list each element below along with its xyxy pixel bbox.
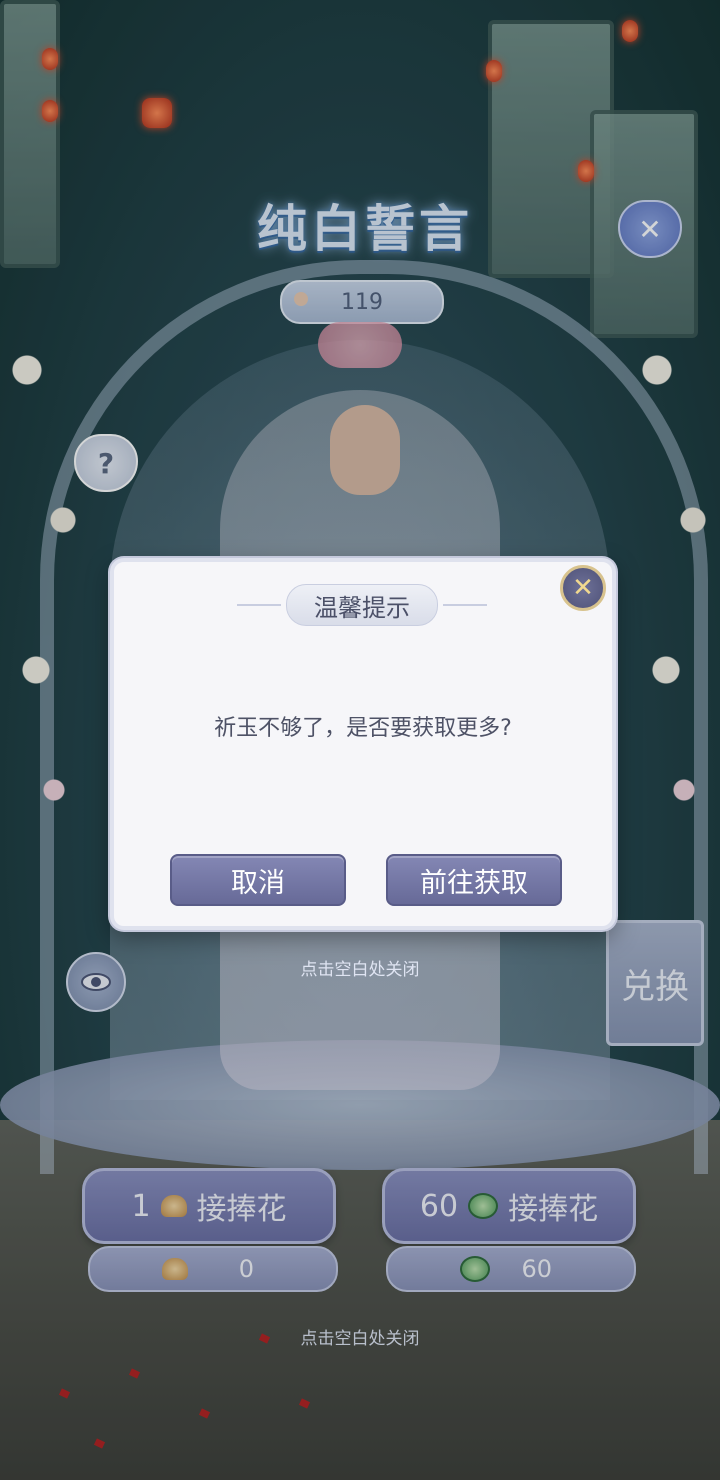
tap-blank-to-close-hint[interactable]: 点击空白处关闭 bbox=[0, 955, 720, 980]
go-get-button[interactable]: 前往获取 bbox=[386, 854, 562, 906]
close-icon: ✕ bbox=[572, 573, 594, 603]
cancel-button[interactable]: 取消 bbox=[170, 854, 346, 906]
insufficient-currency-dialog: 温馨提示 祈玉不够了，是否要获取更多? 取消 前往获取 bbox=[110, 558, 616, 930]
dialog-message: 祈玉不够了，是否要获取更多? bbox=[214, 716, 512, 741]
dialog-title: 温馨提示 bbox=[237, 584, 487, 626]
dialog-close-button[interactable]: ✕ bbox=[560, 565, 606, 611]
